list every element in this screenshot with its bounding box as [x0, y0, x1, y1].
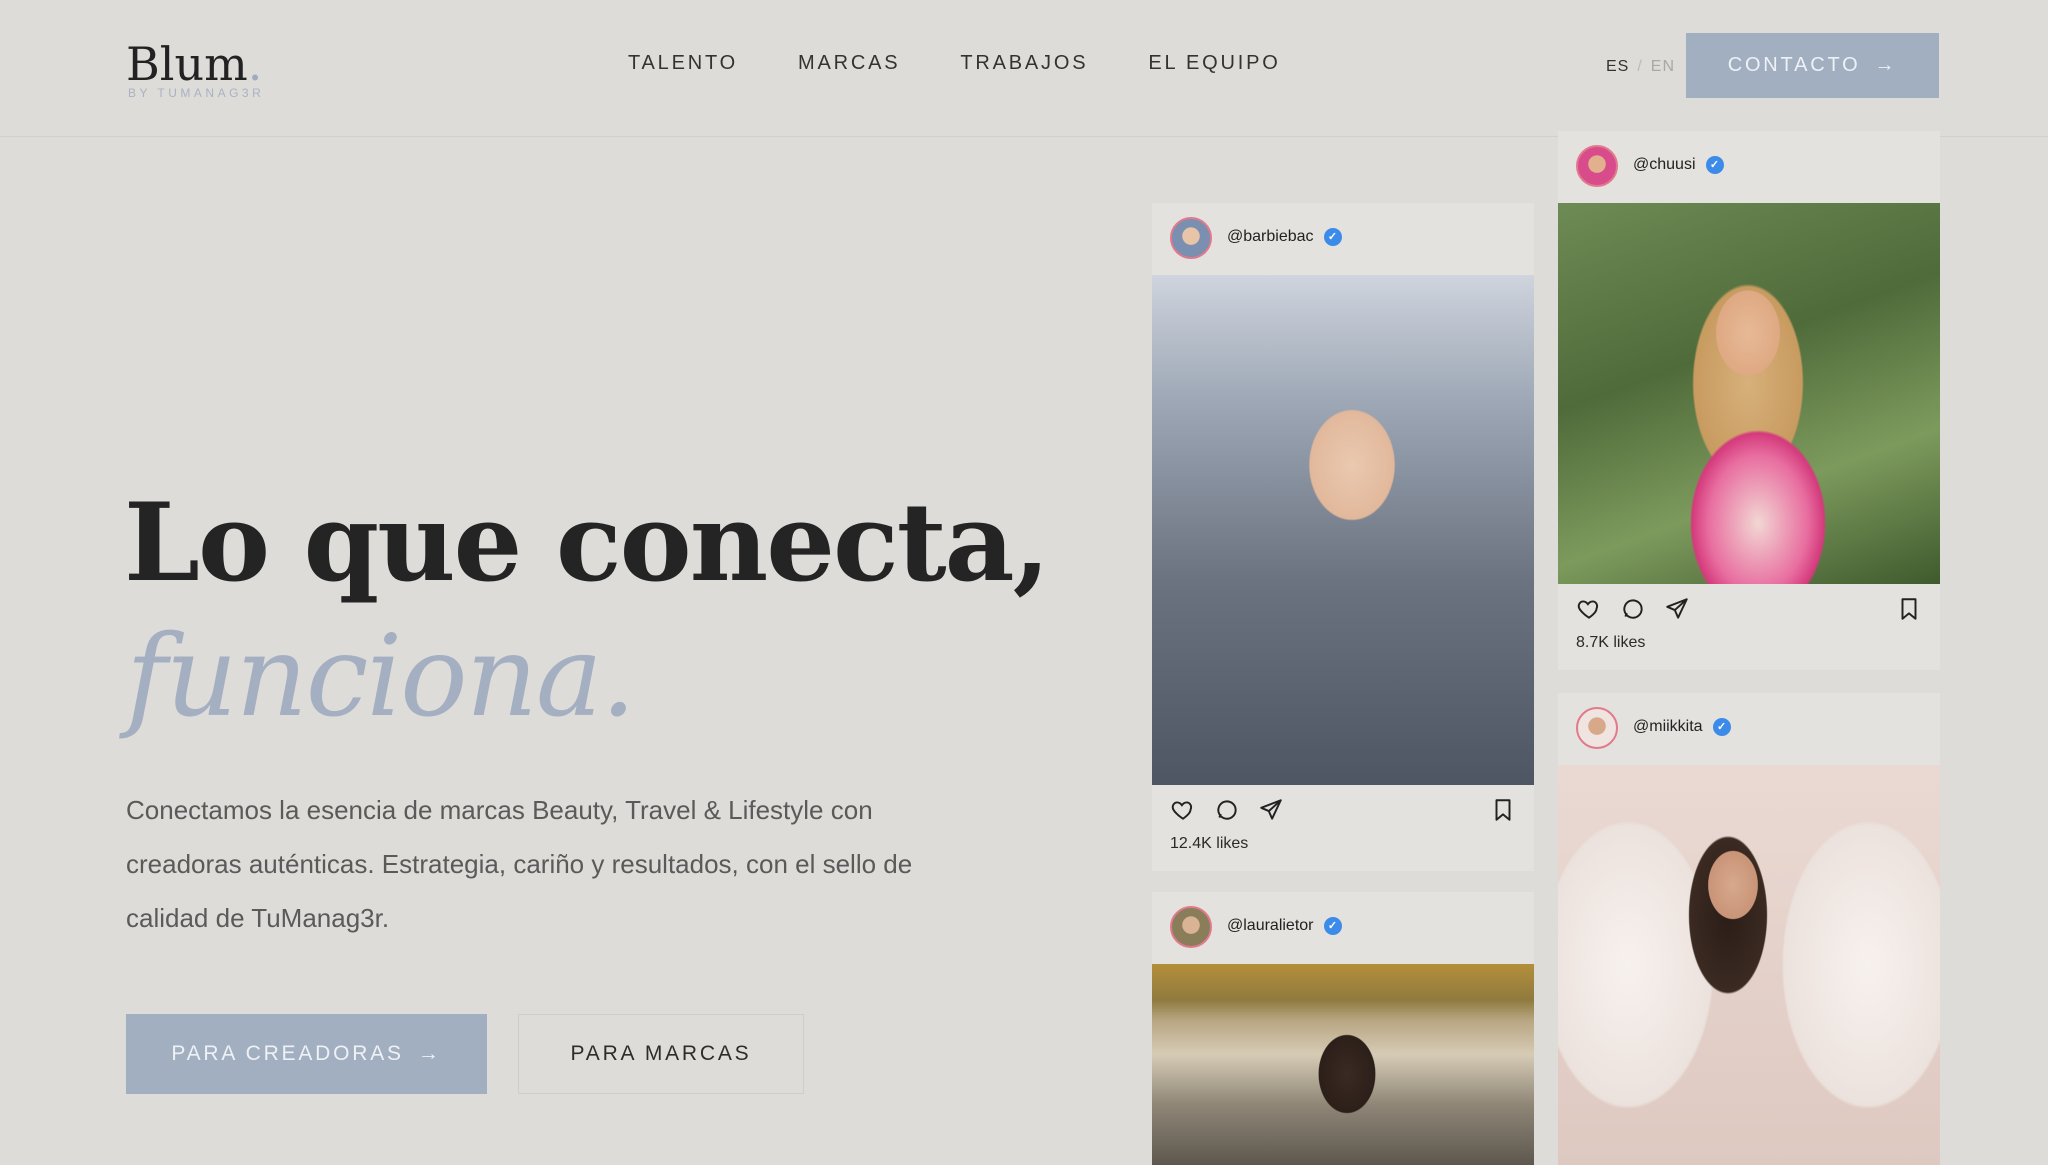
for-brands-button[interactable]: PARA MARCAS [518, 1014, 804, 1094]
handle-text: @miikkita [1633, 718, 1703, 736]
post-actions [1558, 584, 1940, 630]
post-likes-row: 8.7K likes [1558, 630, 1940, 670]
post-photo[interactable] [1558, 203, 1940, 584]
bookmark-icon[interactable] [1490, 797, 1516, 823]
post-handle[interactable]: @barbiebac ✓ [1227, 228, 1342, 246]
hero-title: Lo que conecta, [124, 480, 1050, 606]
lang-en[interactable]: EN [1651, 58, 1675, 76]
post-photo[interactable] [1558, 765, 1940, 1165]
comment-icon[interactable] [1214, 797, 1240, 823]
hero-description: Conectamos la esencia de marcas Beauty, … [126, 795, 913, 933]
handle-text: @lauralietor [1227, 917, 1314, 935]
site-header: Blum. BY TUMANAG3R TALENTO MARCAS TRABAJ… [0, 0, 2048, 137]
avatar[interactable] [1170, 217, 1212, 259]
arrow-right-icon: → [1874, 54, 1898, 76]
likes-count: 12.4K likes [1170, 835, 1249, 852]
post-handle[interactable]: @lauralietor ✓ [1227, 917, 1342, 935]
instagram-post-card: @miikkita ✓ [1558, 693, 1940, 1165]
post-likes-row: 12.4K likes [1152, 831, 1534, 871]
likes-count: 8.7K likes [1576, 634, 1646, 651]
avatar[interactable] [1576, 707, 1618, 749]
language-switcher: ES / EN [1606, 58, 1675, 76]
handle-text: @chuusi [1633, 156, 1696, 174]
post-header: @lauralietor ✓ [1152, 892, 1534, 964]
verified-badge-icon: ✓ [1705, 156, 1724, 174]
contact-button[interactable]: CONTACTO → [1686, 33, 1939, 98]
main-nav: TALENTO MARCAS TRABAJOS EL EQUIPO [628, 52, 1281, 75]
lang-es[interactable]: ES [1606, 58, 1629, 76]
bookmark-icon[interactable] [1896, 596, 1922, 622]
instagram-post-card: @chuusi ✓ 8.7K likes [1558, 131, 1940, 670]
verified-badge-icon: ✓ [1323, 228, 1342, 246]
for-creators-button[interactable]: PARA CREADORAS → [126, 1014, 487, 1094]
brand-name: Blum [126, 37, 248, 91]
send-icon[interactable] [1664, 596, 1690, 622]
handle-text: @barbiebac [1227, 228, 1314, 246]
brand-logo[interactable]: Blum. BY TUMANAG3R [126, 36, 263, 100]
lang-separator: / [1637, 58, 1643, 75]
post-handle[interactable]: @miikkita ✓ [1633, 718, 1731, 736]
post-actions [1152, 785, 1534, 831]
nav-item-trabajos[interactable]: TRABAJOS [960, 52, 1088, 75]
send-icon[interactable] [1258, 797, 1284, 823]
avatar[interactable] [1576, 145, 1618, 187]
post-header: @barbiebac ✓ [1152, 203, 1534, 275]
instagram-post-card: @lauralietor ✓ [1152, 892, 1534, 1165]
brand-tagline: BY TUMANAG3R [128, 86, 265, 100]
brand-dot: . [247, 37, 263, 91]
comment-icon[interactable] [1620, 596, 1646, 622]
verified-badge-icon: ✓ [1712, 718, 1731, 736]
arrow-right-icon: → [417, 1042, 442, 1065]
post-header: @chuusi ✓ [1558, 131, 1940, 203]
nav-item-talento[interactable]: TALENTO [628, 52, 738, 75]
verified-badge-icon: ✓ [1323, 917, 1342, 935]
nav-item-el-equipo[interactable]: EL EQUIPO [1148, 52, 1280, 75]
post-handle[interactable]: @chuusi ✓ [1633, 156, 1724, 174]
post-photo[interactable] [1152, 275, 1534, 785]
heart-icon[interactable] [1576, 596, 1602, 622]
instagram-post-card: @barbiebac ✓ 12.4K likes [1152, 203, 1534, 871]
hero-title-italic: funciona. [126, 612, 636, 742]
contact-button-label: CONTACTO [1727, 54, 1861, 76]
heart-icon[interactable] [1170, 797, 1196, 823]
post-photo[interactable] [1152, 964, 1534, 1165]
nav-item-marcas[interactable]: MARCAS [798, 52, 900, 75]
post-header: @miikkita ✓ [1558, 693, 1940, 765]
for-creators-label: PARA CREADORAS [171, 1042, 404, 1065]
avatar[interactable] [1170, 906, 1212, 948]
